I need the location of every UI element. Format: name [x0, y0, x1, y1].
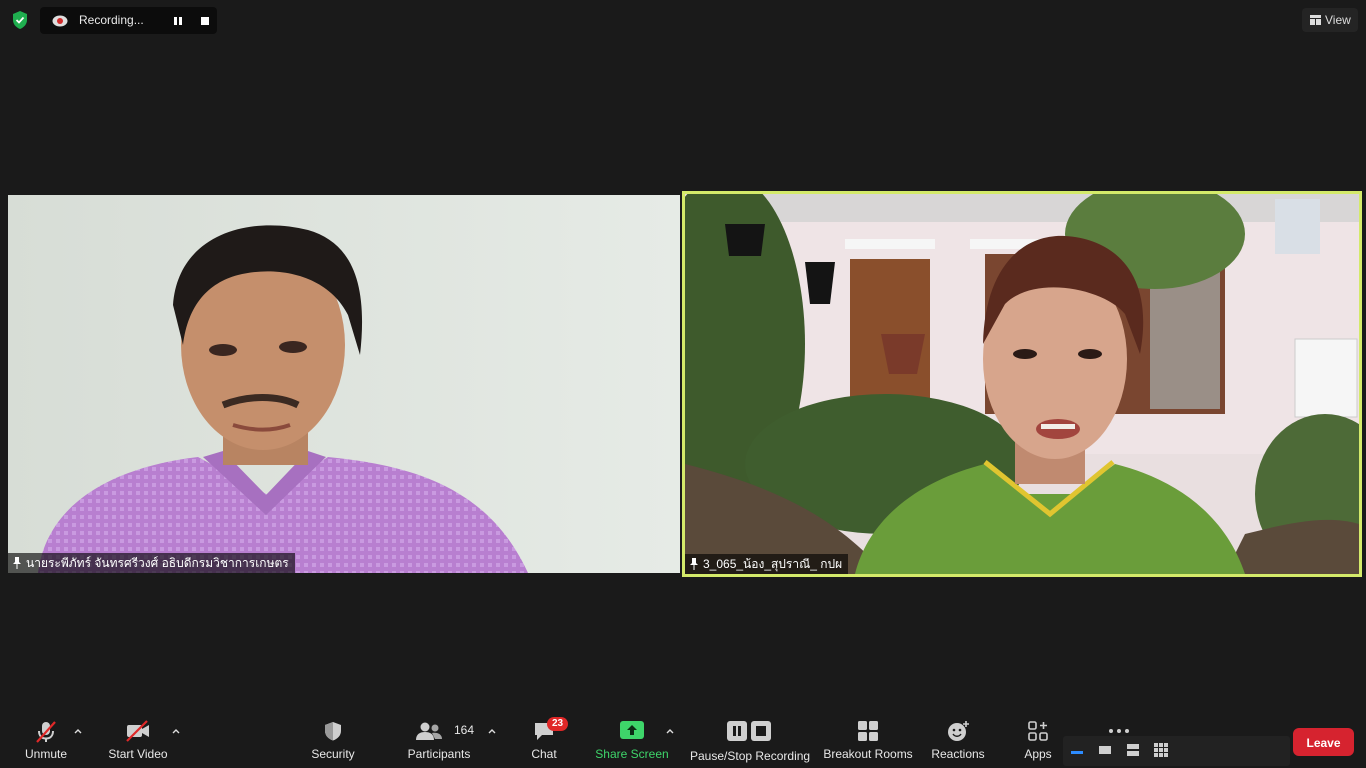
view-button[interactable]: View [1302, 8, 1358, 32]
shield-icon [325, 722, 341, 741]
video-tile-active-speaker[interactable]: 3_065_น้อง_สุปราณี_ กปผ [682, 191, 1362, 577]
participant-name: นายระพีภัทร์ จันทรศรีวงศ์ อธิบดีกรมวิชาก… [26, 555, 289, 570]
pause-stop-recording-button[interactable]: Pause/Stop Recording [690, 710, 811, 768]
video-options-chevron-icon[interactable] [172, 728, 180, 734]
audio-options-chevron-icon[interactable] [74, 728, 82, 734]
security-button[interactable]: Security [305, 710, 361, 768]
breakout-rooms-label: Breakout Rooms [823, 747, 913, 761]
video-off-icon [126, 720, 149, 742]
pause-stop-icon [727, 721, 771, 741]
participant-name: 3_065_น้อง_สุปราณี_ กปผ [703, 556, 843, 571]
breakout-rooms-icon [858, 721, 878, 741]
pause-stop-recording-label: Pause/Stop Recording [690, 749, 811, 763]
view-label: View [1325, 13, 1351, 27]
stop-recording-icon[interactable] [198, 14, 212, 28]
unmute-button[interactable]: Unmute [16, 710, 76, 768]
share-screen-label: Share Screen [595, 747, 669, 761]
security-label: Security [311, 747, 355, 761]
start-video-button[interactable]: Start Video [104, 710, 172, 768]
participants-label: Participants [407, 747, 471, 761]
pin-icon [13, 557, 21, 569]
reactions-icon [948, 721, 969, 741]
mic-muted-icon [36, 721, 56, 743]
leave-button[interactable]: Leave [1293, 728, 1354, 756]
recording-cloud-icon [52, 15, 68, 27]
more-icon[interactable] [1108, 728, 1130, 734]
apps-label: Apps [1024, 747, 1052, 761]
apps-button[interactable]: Apps [1018, 710, 1058, 768]
share-screen-button[interactable]: Share Screen [594, 710, 670, 768]
pause-recording-icon[interactable] [171, 14, 185, 28]
breakout-rooms-button[interactable]: Breakout Rooms [822, 710, 914, 768]
grid-layout-icon[interactable] [1153, 742, 1169, 758]
encryption-shield-icon[interactable] [10, 10, 30, 30]
start-video-label: Start Video [108, 747, 168, 761]
chat-button[interactable]: 23 Chat [522, 710, 569, 768]
reactions-label: Reactions [931, 747, 985, 761]
participant-video [8, 195, 680, 573]
reactions-button[interactable]: Reactions [928, 710, 988, 768]
participant-video [685, 194, 1359, 574]
recording-label: Recording... [79, 13, 144, 27]
stacked-layout-icon[interactable] [1125, 742, 1141, 758]
recording-indicator: Recording... [40, 7, 217, 34]
participants-icon [416, 722, 442, 740]
layout-switcher [1063, 736, 1290, 766]
view-grid-icon [1310, 15, 1321, 25]
participants-button[interactable]: 164 Participants [404, 710, 474, 768]
chat-label: Chat [531, 747, 557, 761]
participant-name-tag: นายระพีภัทร์ จันทรศรีวงศ์ อธิบดีกรมวิชาก… [8, 553, 295, 573]
top-bar: Recording... View [0, 0, 1366, 40]
participant-name-tag: 3_065_น้อง_สุปราณี_ กปผ [685, 554, 849, 574]
video-tile-host[interactable]: นายระพีภัทร์ จันทรศรีวงศ์ อธิบดีกรมวิชาก… [8, 195, 680, 573]
share-options-chevron-icon[interactable] [666, 728, 674, 734]
share-screen-icon [620, 721, 644, 739]
apps-icon [1028, 721, 1048, 741]
participants-count: 164 [454, 723, 475, 737]
chat-unread-badge: 23 [547, 717, 569, 731]
single-layout-icon[interactable] [1097, 742, 1113, 758]
unmute-label: Unmute [24, 747, 68, 761]
participants-options-chevron-icon[interactable] [488, 728, 496, 734]
minimize-layout-icon[interactable] [1069, 742, 1085, 758]
pin-icon [690, 558, 698, 570]
